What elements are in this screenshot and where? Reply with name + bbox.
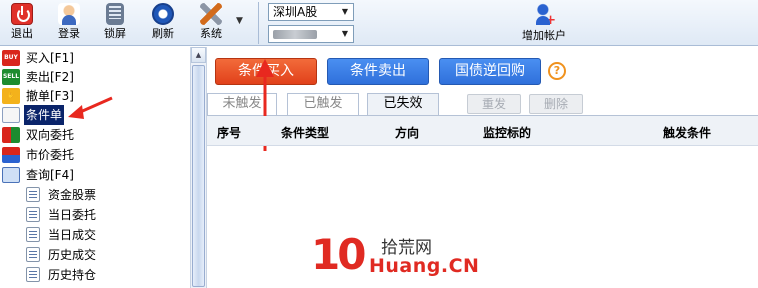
two-way-order-icon — [2, 127, 20, 143]
watermark: 10 拾荒网 Huang.CN — [311, 231, 521, 287]
sidebar-subitem-label: 资金股票 — [48, 188, 97, 202]
column-header[interactable]: 条件类型 — [281, 124, 329, 141]
table-header: 序号 条件类型 方向 监控标的 触发条件 — [207, 116, 758, 146]
document-icon — [26, 227, 40, 242]
toolbar-divider — [258, 2, 259, 44]
document-icon — [26, 187, 40, 202]
system-dropdown-arrow-icon[interactable]: ▼ — [236, 16, 243, 26]
add-user-icon — [533, 3, 556, 28]
sidebar-item-label: 双向委托 — [26, 128, 75, 142]
refresh-icon — [152, 3, 174, 25]
refresh-label: 刷新 — [152, 27, 174, 40]
column-header[interactable]: 方向 — [395, 124, 419, 141]
document-icon — [26, 207, 40, 222]
watermark-domain: Huang.CN — [369, 255, 480, 277]
conditional-order-icon — [2, 107, 20, 123]
document-icon — [26, 247, 40, 262]
conditional-sell-button[interactable]: 条件卖出 — [327, 58, 429, 85]
exit-button[interactable]: 退出 — [4, 2, 40, 44]
document-icon — [26, 267, 40, 282]
lock-screen-button[interactable]: 锁屏 — [97, 2, 133, 44]
sidebar-item-label: 市价委托 — [26, 148, 75, 162]
conditional-order-panel: 条件买入 条件卖出 国债逆回购 ? 未触发 已触发 已失效 重发 删除 序号 条… — [206, 47, 758, 288]
system-button[interactable]: 系统 — [193, 2, 229, 44]
column-header[interactable]: 序号 — [217, 124, 241, 141]
lock-screen-label: 锁屏 — [104, 27, 126, 40]
sidebar-item-label: 买入[F1] — [26, 51, 74, 65]
sidebar-item-label: 查询[F4] — [26, 168, 74, 182]
login-label: 登录 — [58, 27, 80, 40]
toolbar: 退出 登录 锁屏 刷新 系统 ▼ 深圳A股 ▼ ▼ 增加帐户 — [0, 0, 758, 46]
column-header[interactable]: 触发条件 — [663, 124, 711, 141]
help-icon[interactable]: ? — [548, 62, 566, 80]
reissue-button[interactable]: 重发 — [467, 94, 521, 114]
exit-label: 退出 — [11, 27, 33, 40]
sidebar-item-label: 条件单 — [24, 105, 65, 125]
buy-icon: BUY — [2, 50, 20, 66]
reverse-repo-button[interactable]: 国债逆回购 — [439, 58, 541, 85]
market-order-icon — [2, 147, 20, 163]
tools-icon — [200, 3, 222, 25]
login-button[interactable]: 登录 — [51, 2, 87, 44]
sidebar-subitem-label: 当日委托 — [48, 208, 97, 222]
tab-expired[interactable]: 已失效 — [367, 93, 439, 116]
sidebar-item-label: 卖出[F2] — [26, 70, 74, 84]
account-select[interactable]: ▼ — [268, 25, 354, 43]
add-account-button[interactable]: 增加帐户 — [512, 2, 576, 44]
add-account-label: 增加帐户 — [522, 29, 566, 42]
sidebar-scrollbar[interactable]: ▲ — [190, 47, 206, 288]
hand-icon: ✋ — [2, 88, 20, 104]
refresh-button[interactable]: 刷新 — [145, 2, 181, 44]
sell-icon: SELL — [2, 69, 20, 85]
column-header[interactable]: 监控标的 — [483, 124, 531, 141]
lock-icon — [106, 3, 124, 25]
system-label: 系统 — [200, 27, 222, 40]
scrollbar-thumb[interactable] — [192, 65, 205, 287]
annotation-arrow-icon — [68, 96, 113, 119]
sidebar-tree: BUY 买入[F1] SELL 卖出[F2] ✋ 撤单[F3] 条件单 双向委托… — [0, 47, 190, 288]
sidebar-subitem-label: 历史成交 — [48, 248, 97, 262]
sidebar-subitem-label: 历史持仓 — [48, 268, 97, 282]
watermark-logo: 10 — [311, 230, 366, 279]
account-select-redacted-value — [273, 30, 317, 39]
delete-button[interactable]: 删除 — [529, 94, 583, 114]
market-select[interactable]: 深圳A股 ▼ — [268, 3, 354, 21]
magnifier-icon — [2, 167, 20, 183]
tab-triggered[interactable]: 已触发 — [287, 93, 359, 115]
scroll-up-icon[interactable]: ▲ — [191, 47, 206, 63]
sidebar-subitem-label: 当日成交 — [48, 228, 97, 242]
chevron-down-icon: ▼ — [341, 29, 349, 38]
user-icon — [58, 3, 80, 25]
market-select-value: 深圳A股 — [273, 5, 318, 19]
power-icon — [11, 3, 33, 25]
chevron-down-icon: ▼ — [341, 7, 349, 16]
